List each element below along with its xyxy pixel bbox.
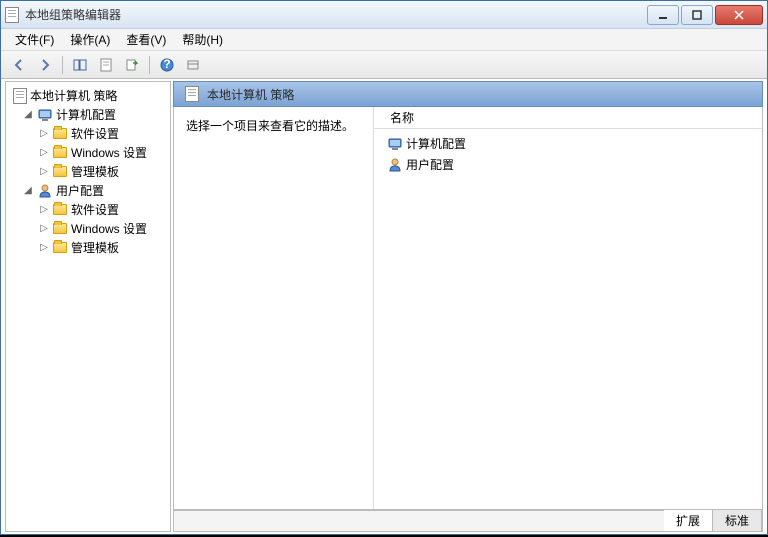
titlebar[interactable]: 本地组策略编辑器 [1, 1, 767, 29]
app-icon [5, 7, 19, 23]
policy-icon [185, 86, 199, 102]
tree-user-label: 用户配置 [56, 182, 104, 199]
menu-help[interactable]: 帮助(H) [174, 29, 231, 50]
tree-user-software[interactable]: ▷ 软件设置 [8, 200, 168, 219]
help-button[interactable]: ? [155, 54, 179, 76]
forward-button[interactable] [33, 54, 57, 76]
description-text: 选择一个项目来查看它的描述。 [186, 119, 354, 133]
expand-icon[interactable]: ▷ [38, 223, 50, 235]
tab-standard[interactable]: 标准 [713, 509, 762, 531]
gpedit-window: 本地组策略编辑器 文件(F) 操作(A) 查看(V) 帮助(H) ? 本地计算机… [0, 0, 768, 535]
svg-text:?: ? [163, 58, 170, 71]
details-header: 本地计算机 策略 [173, 81, 763, 107]
expand-icon[interactable]: ▷ [38, 128, 50, 140]
tree-computer-config[interactable]: ◢ 计算机配置 [8, 105, 168, 124]
collapse-icon[interactable]: ◢ [22, 185, 34, 197]
description-column: 选择一个项目来查看它的描述。 [174, 107, 374, 509]
list-items: 计算机配置 用户配置 [374, 129, 762, 179]
expand-icon[interactable]: ▷ [38, 204, 50, 216]
menu-file[interactable]: 文件(F) [7, 29, 62, 50]
tree-label: 管理模板 [71, 239, 119, 256]
tabs-filler [174, 510, 664, 531]
list-item-user[interactable]: 用户配置 [380, 154, 756, 175]
user-icon [387, 157, 403, 173]
folder-icon [53, 166, 67, 177]
tree-user-config[interactable]: ◢ 用户配置 [8, 181, 168, 200]
tree-label: Windows 设置 [71, 144, 147, 161]
toolbar-separator [62, 56, 63, 74]
window-controls [647, 5, 763, 25]
tree-label: 管理模板 [71, 163, 119, 180]
user-icon [37, 183, 53, 199]
tree-computer-software[interactable]: ▷ 软件设置 [8, 124, 168, 143]
list-item-label: 用户配置 [406, 156, 454, 173]
folder-icon [53, 223, 67, 234]
details-panel: 本地计算机 策略 选择一个项目来查看它的描述。 名称 计算机配置 [173, 81, 763, 532]
expand-icon[interactable]: ▷ [38, 147, 50, 159]
computer-icon [37, 107, 53, 123]
tree-panel[interactable]: 本地计算机 策略 ◢ 计算机配置 ▷ 软件设置 ▷ Windows 设置 ▷ 管… [5, 81, 171, 532]
export-button[interactable] [120, 54, 144, 76]
folder-icon [53, 242, 67, 253]
tree-root[interactable]: 本地计算机 策略 [8, 86, 168, 105]
show-hide-tree-button[interactable] [68, 54, 92, 76]
view-options-button[interactable] [181, 54, 205, 76]
folder-icon [53, 128, 67, 139]
menu-action[interactable]: 操作(A) [62, 29, 118, 50]
tree-computer-windows[interactable]: ▷ Windows 设置 [8, 143, 168, 162]
tree-label: 软件设置 [71, 201, 119, 218]
list-item-label: 计算机配置 [406, 135, 466, 152]
collapse-icon[interactable]: ◢ [22, 109, 34, 121]
expand-icon[interactable]: ▷ [38, 242, 50, 254]
menubar: 文件(F) 操作(A) 查看(V) 帮助(H) [1, 29, 767, 51]
maximize-button[interactable] [681, 5, 713, 25]
menu-view[interactable]: 查看(V) [118, 29, 174, 50]
tree-user-windows[interactable]: ▷ Windows 设置 [8, 219, 168, 238]
back-button[interactable] [7, 54, 31, 76]
close-button[interactable] [715, 5, 763, 25]
tree-user-templates[interactable]: ▷ 管理模板 [8, 238, 168, 257]
list-header[interactable]: 名称 [374, 107, 762, 129]
tree-label: Windows 设置 [71, 220, 147, 237]
toolbar-separator [149, 56, 150, 74]
tab-extended[interactable]: 扩展 [664, 509, 713, 531]
details-body: 选择一个项目来查看它的描述。 名称 计算机配置 用户配置 [173, 107, 763, 510]
tree-computer-label: 计算机配置 [56, 106, 116, 123]
details-header-text: 本地计算机 策略 [207, 86, 294, 103]
properties-button[interactable] [94, 54, 118, 76]
list-item-computer[interactable]: 计算机配置 [380, 133, 756, 154]
folder-icon [53, 204, 67, 215]
toolbar: ? [1, 51, 767, 79]
tree-computer-templates[interactable]: ▷ 管理模板 [8, 162, 168, 181]
computer-icon [387, 136, 403, 152]
folder-icon [53, 147, 67, 158]
expand-icon[interactable]: ▷ [38, 166, 50, 178]
tree-root-label: 本地计算机 策略 [30, 87, 117, 104]
policy-icon [13, 88, 27, 104]
window-title: 本地组策略编辑器 [25, 6, 647, 23]
list-column: 名称 计算机配置 用户配置 [374, 107, 762, 509]
content-area: 本地计算机 策略 ◢ 计算机配置 ▷ 软件设置 ▷ Windows 设置 ▷ 管… [1, 79, 767, 534]
tree-label: 软件设置 [71, 125, 119, 142]
minimize-button[interactable] [647, 5, 679, 25]
column-name[interactable]: 名称 [384, 107, 420, 128]
tabs: 扩展 标准 [173, 510, 763, 532]
